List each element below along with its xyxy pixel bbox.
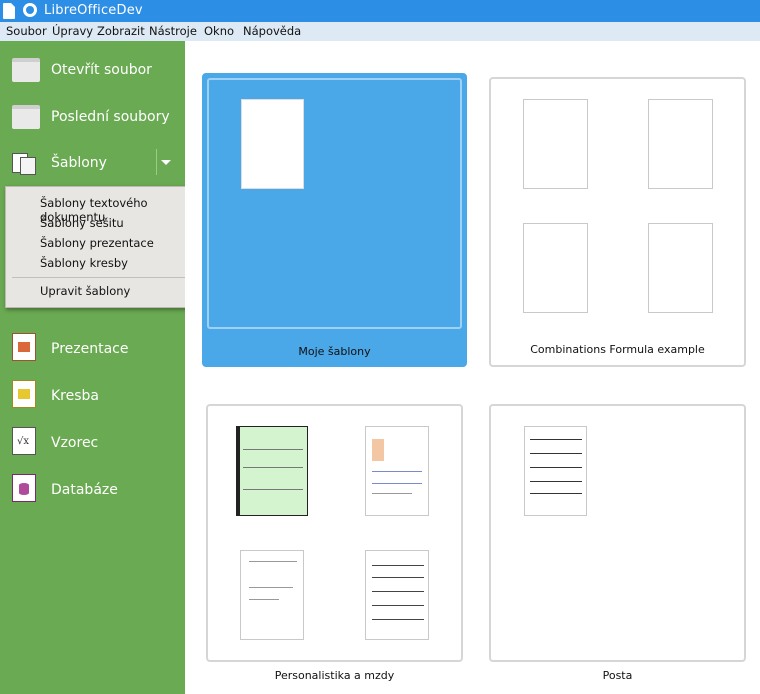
- drawing-button[interactable]: Kresba: [0, 376, 185, 416]
- menu-bar: Soubor Úpravy Zobrazit Nástroje Okno Náp…: [0, 22, 760, 41]
- menu-zobrazit[interactable]: Zobrazit: [97, 24, 145, 38]
- database-button[interactable]: Databáze: [0, 470, 185, 510]
- open-file-button[interactable]: Otevřít soubor: [0, 50, 185, 90]
- templates-label: Šablony: [51, 155, 107, 171]
- template-thumbnail: [648, 99, 713, 189]
- menu-separator: [12, 277, 199, 278]
- title-bar: LibreOfficeDev: [0, 0, 760, 22]
- template-thumbnail: [240, 550, 304, 640]
- menu-item-manage-templates[interactable]: Upravit šablony: [40, 284, 130, 298]
- recent-files-label: Poslední soubory: [51, 109, 170, 125]
- menu-upravy[interactable]: Úpravy: [52, 24, 93, 38]
- presentation-label: Prezentace: [51, 341, 129, 357]
- folder-caption: Personalistika a mzdy: [274, 669, 395, 682]
- folder-icon: [12, 105, 40, 129]
- menu-item-draw-templates[interactable]: Šablony kresby: [40, 256, 128, 270]
- templates-split-separator: [156, 149, 157, 175]
- template-thumbnail: [648, 223, 713, 313]
- menu-item-calc-templates[interactable]: Šablony sešitu: [40, 216, 124, 230]
- folder-card-posta[interactable]: Posta: [489, 404, 746, 682]
- folder-caption: Moje šablony: [298, 345, 371, 358]
- menu-nastroje[interactable]: Nástroje: [149, 24, 197, 38]
- app-logo-icon[interactable]: [23, 3, 37, 17]
- template-thumbnail: [365, 426, 429, 516]
- open-file-label: Otevřít soubor: [51, 62, 152, 78]
- menu-item-impress-templates[interactable]: Šablony prezentace: [40, 236, 154, 250]
- folder-icon: [12, 58, 40, 82]
- template-thumbnail: [524, 426, 587, 516]
- folder-card-combinations[interactable]: Combinations Formula example: [489, 77, 746, 367]
- start-center-sidebar: Otevřít soubor Poslední soubory Šablony …: [0, 41, 185, 694]
- recent-files-button[interactable]: Poslední soubory: [0, 97, 185, 137]
- folder-card-my-templates[interactable]: Moje šablony: [202, 73, 467, 367]
- formula-button[interactable]: √x Vzorec: [0, 423, 185, 463]
- menu-okno[interactable]: Okno: [204, 24, 234, 38]
- template-thumbnail: [365, 550, 429, 640]
- database-label: Databáze: [51, 482, 118, 498]
- templates-button[interactable]: Šablony: [0, 143, 185, 183]
- templates-icon: [12, 151, 40, 175]
- drawing-label: Kresba: [51, 388, 100, 404]
- chevron-down-icon[interactable]: [161, 160, 171, 165]
- formula-icon: √x: [12, 427, 36, 455]
- templates-dropdown-menu: Šablony textového dokumentu Šablony seši…: [5, 186, 206, 308]
- template-folder-grid: Moje šablony Combinations Formula exampl…: [185, 41, 760, 694]
- presentation-icon: [12, 333, 36, 361]
- presentation-button[interactable]: Prezentace: [0, 329, 185, 369]
- database-icon: [12, 474, 36, 502]
- folder-caption: Combinations Formula example: [530, 343, 705, 356]
- drawing-icon: [12, 380, 36, 408]
- template-thumbnail: [523, 99, 588, 189]
- template-thumbnail: [236, 426, 308, 516]
- formula-label: Vzorec: [51, 435, 99, 451]
- document-icon: [3, 3, 15, 19]
- folder-card-personalistika[interactable]: Personalistika a mzdy: [206, 404, 463, 682]
- menu-soubor[interactable]: Soubor: [6, 24, 47, 38]
- window-title: LibreOfficeDev: [44, 3, 143, 18]
- menu-napoveda[interactable]: Nápověda: [243, 24, 301, 38]
- template-thumbnail: [523, 223, 588, 313]
- template-thumbnail: [241, 99, 304, 189]
- folder-caption: Posta: [602, 669, 633, 682]
